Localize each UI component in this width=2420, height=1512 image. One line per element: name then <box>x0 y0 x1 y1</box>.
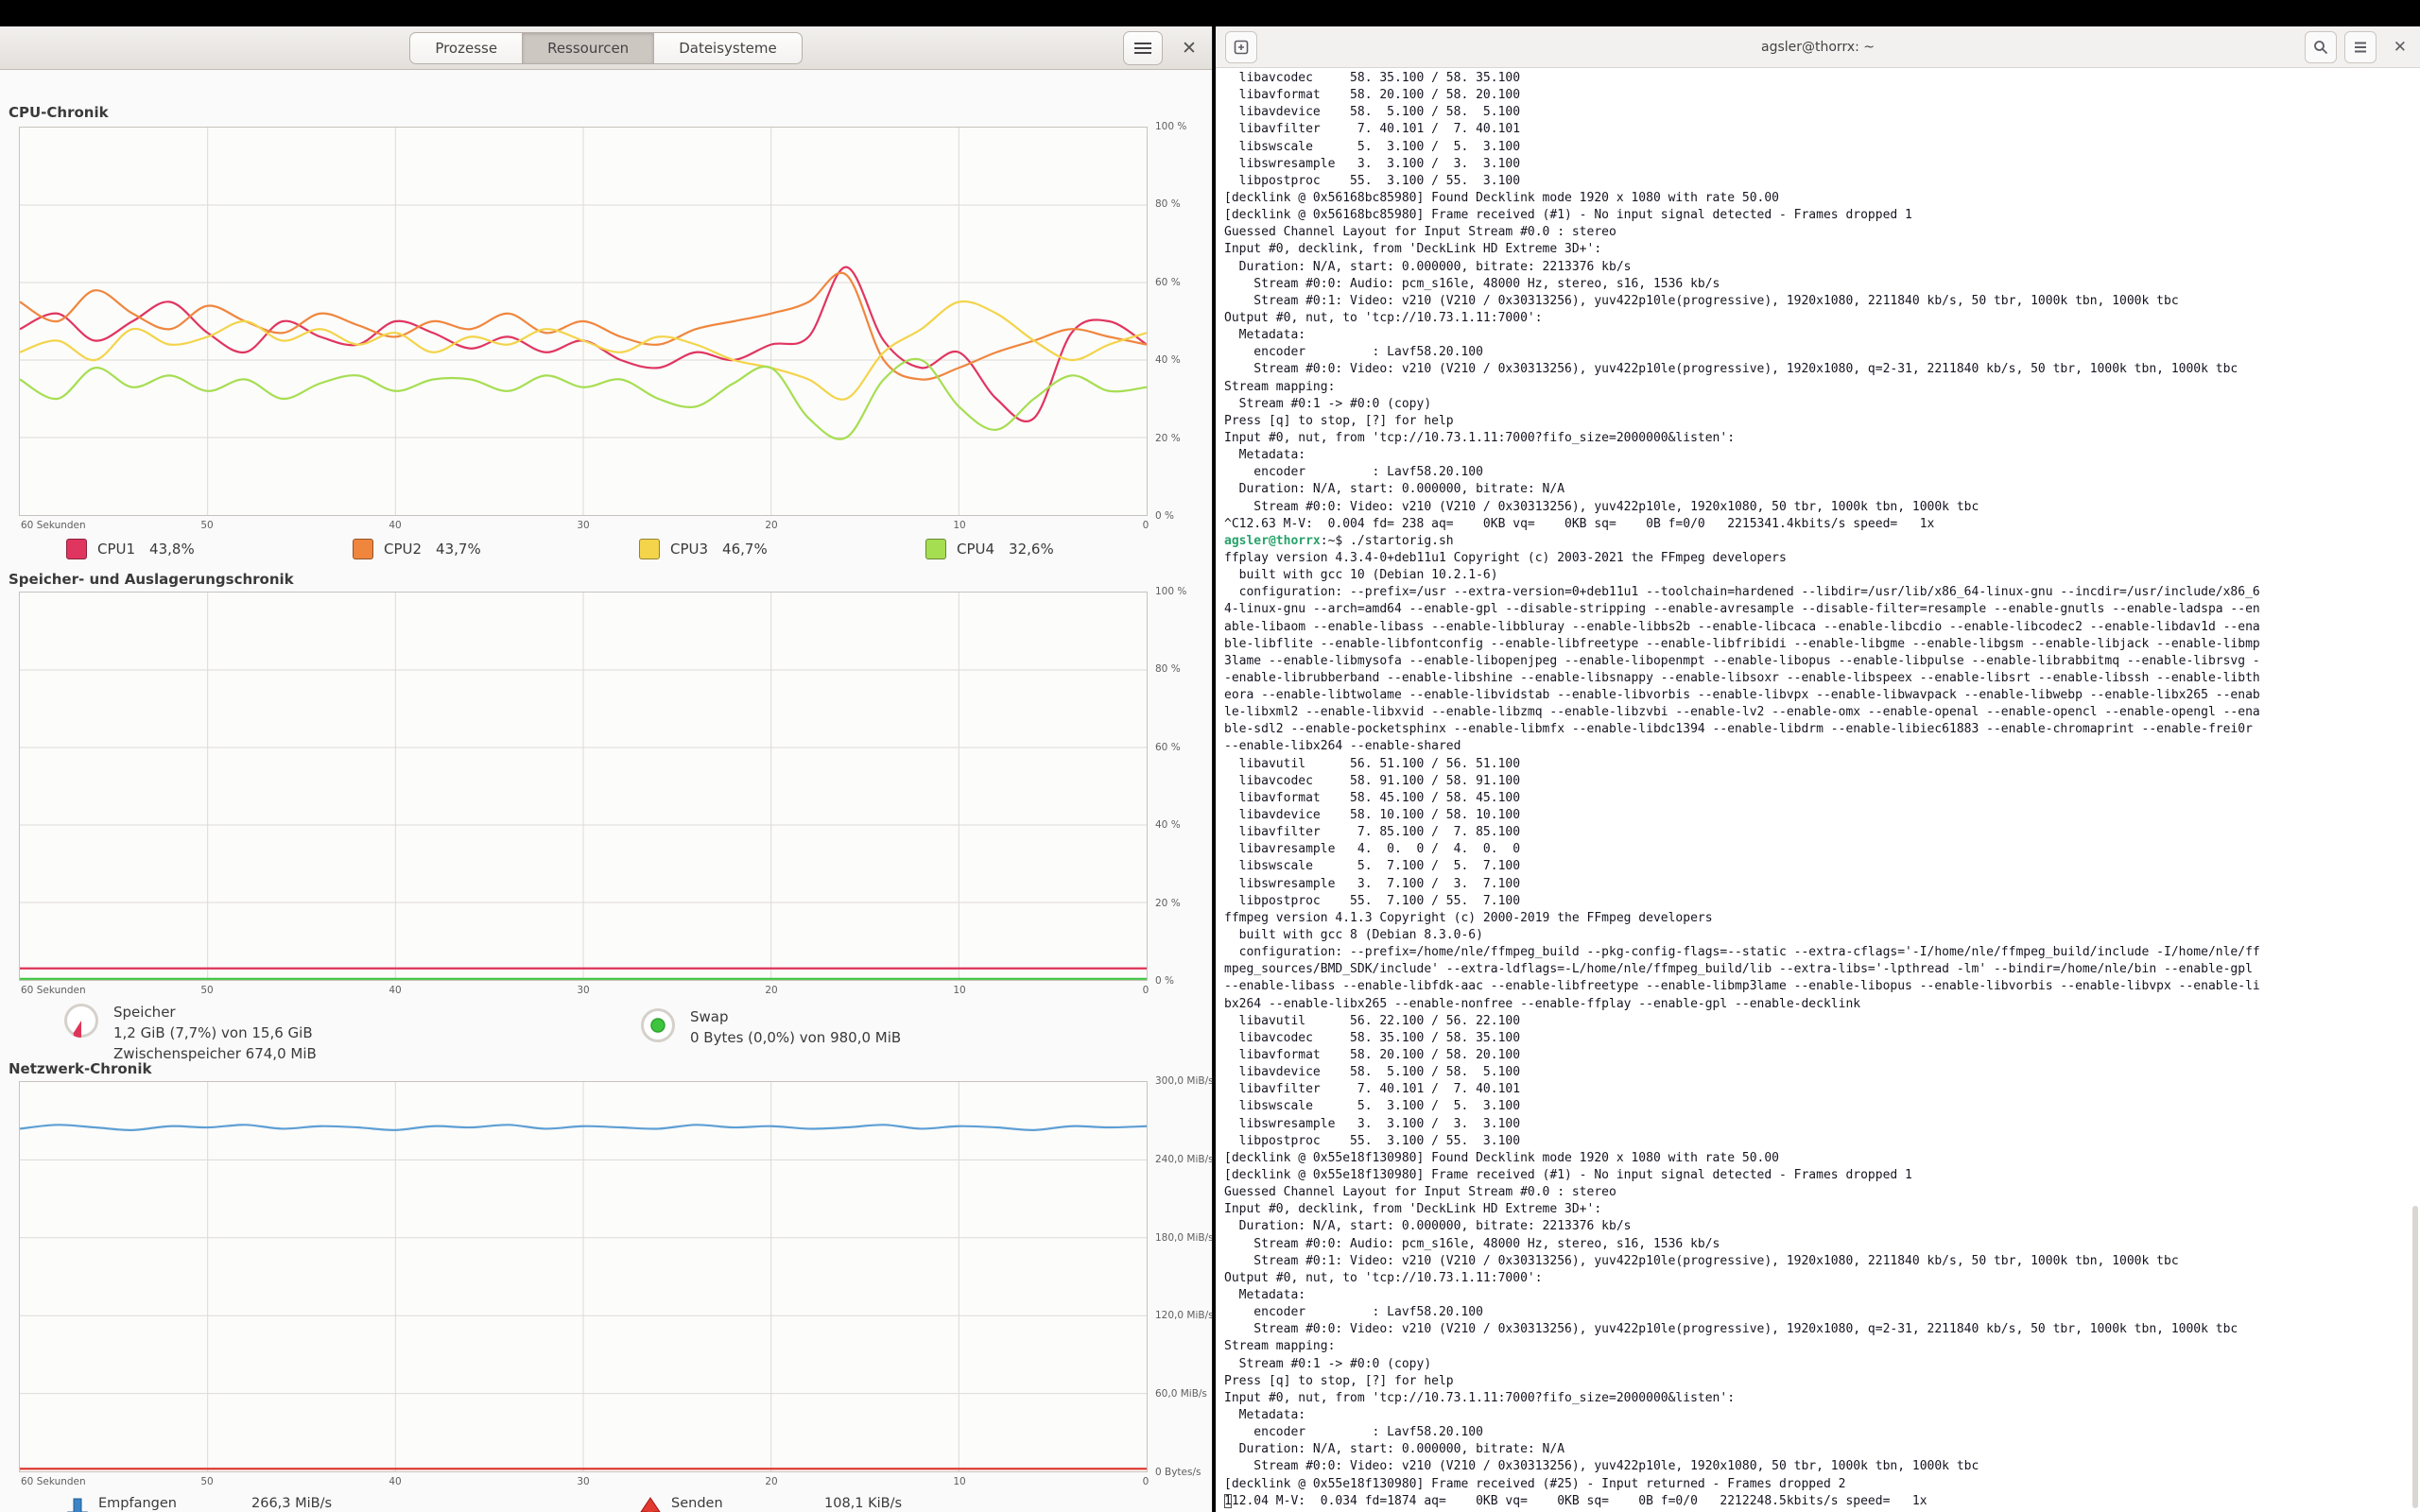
network-y-axis: 300,0 MiB/s240,0 MiB/s180,0 MiB/s120,0 M… <box>1155 1081 1212 1472</box>
cpu2-swatch <box>353 539 373 559</box>
terminal-output[interactable]: libavcodec 58. 35.100 / 58. 35.100 libav… <box>1224 70 2411 1512</box>
tab-dateisysteme[interactable]: Dateisysteme <box>654 32 802 64</box>
receive-label: Empfangen <box>98 1493 248 1512</box>
network-receive-legend: Empfangen 266,3 MiB/s Insgesamt empfange… <box>66 1493 332 1512</box>
tab-prozesse[interactable]: Prozesse <box>409 32 523 64</box>
cpu3-value: 46,7% <box>722 541 768 558</box>
cpu4-label: CPU4 <box>957 541 994 558</box>
send-rate: 108,1 KiB/s <box>824 1493 902 1512</box>
memory-label: Speicher <box>113 1002 317 1022</box>
terminal-window: agsler@thorrx: ~ ✕ libavcodec 58. 35.100… <box>1216 26 2420 1512</box>
cpu2-legend-item: CPU2 43,7% <box>353 539 481 559</box>
terminal-title: agsler@thorrx: ~ <box>1761 40 1875 55</box>
memory-x-axis: 60 Sekunden50403020100 <box>19 983 1148 997</box>
cpu-chart <box>19 127 1148 516</box>
network-send-legend: Senden 108,1 KiB/s Insgesamt gesendet 32… <box>639 1493 902 1512</box>
network-x-axis: 60 Sekunden50403020100 <box>19 1474 1148 1488</box>
terminal-close-button[interactable]: ✕ <box>2394 38 2407 57</box>
cpu3-swatch <box>639 539 660 559</box>
terminal-scrollbar[interactable] <box>2412 1206 2418 1508</box>
memory-y-axis: 100 %80 %60 %40 %20 %0 % <box>1155 592 1212 981</box>
cpu1-label: CPU1 <box>97 541 135 558</box>
cpu4-value: 32,6% <box>1009 541 1054 558</box>
new-tab-button[interactable] <box>1225 31 1257 63</box>
swap-legend-item: Swap 0 Bytes (0,0%) von 980,0 MiB <box>639 1006 901 1048</box>
memory-legend-item: Speicher 1,2 GiB (7,7%) von 15,6 GiB Zwi… <box>62 1002 317 1064</box>
search-icon <box>2313 40 2328 55</box>
cpu-legend: CPU1 43,8% CPU2 43,7% CPU3 46,7% CPU4 32,6% <box>0 539 1213 567</box>
cpu3-label: CPU3 <box>670 541 708 558</box>
memory-pie-icon <box>62 1002 100 1040</box>
cpu1-legend-item: CPU1 43,8% <box>66 539 195 559</box>
send-label: Senden <box>671 1493 821 1512</box>
upload-arrow-icon <box>639 1493 662 1512</box>
menu-button[interactable] <box>1123 31 1163 65</box>
terminal-menu-button[interactable] <box>2344 31 2377 63</box>
hamburger-icon <box>2353 41 2368 54</box>
system-monitor-window: Prozesse Ressourcen Dateisysteme ✕ CPU-C… <box>0 26 1213 1512</box>
memory-section-title: Speicher- und Auslagerungschronik <box>9 571 294 588</box>
search-button[interactable] <box>2305 31 2337 63</box>
memory-chart <box>19 592 1148 981</box>
cpu1-swatch <box>66 539 87 559</box>
hamburger-icon <box>1134 43 1151 54</box>
swap-pie-icon <box>639 1006 677 1044</box>
view-switcher: Prozesse Ressourcen Dateisysteme <box>409 32 802 64</box>
cpu2-value: 43,7% <box>436 541 481 558</box>
cpu-y-axis: 100 %80 %60 %40 %20 %0 % <box>1155 127 1212 516</box>
new-tab-icon <box>1234 40 1249 55</box>
system-monitor-headerbar: Prozesse Ressourcen Dateisysteme ✕ <box>0 26 1212 70</box>
cpu-x-axis: 60 Sekunden50403020100 <box>19 518 1148 532</box>
network-chart <box>19 1081 1148 1472</box>
cpu-section-title: CPU-Chronik <box>9 104 109 121</box>
receive-rate: 266,3 MiB/s <box>251 1493 332 1512</box>
download-arrow-icon <box>66 1493 89 1512</box>
cpu4-swatch <box>925 539 946 559</box>
close-window-button[interactable]: ✕ <box>1178 38 1201 59</box>
network-section-title: Netzwerk-Chronik <box>9 1060 151 1077</box>
swap-value: 0 Bytes (0,0%) von 980,0 MiB <box>690 1027 901 1048</box>
cpu1-value: 43,8% <box>149 541 195 558</box>
terminal-headerbar: agsler@thorrx: ~ ✕ <box>1216 26 2420 68</box>
cpu4-legend-item: CPU4 32,6% <box>925 539 1054 559</box>
cpu2-label: CPU2 <box>384 541 422 558</box>
tab-ressourcen[interactable]: Ressourcen <box>523 32 654 64</box>
memory-value: 1,2 GiB (7,7%) von 15,6 GiB <box>113 1022 317 1043</box>
cpu3-legend-item: CPU3 46,7% <box>639 539 768 559</box>
swap-label: Swap <box>690 1006 901 1027</box>
